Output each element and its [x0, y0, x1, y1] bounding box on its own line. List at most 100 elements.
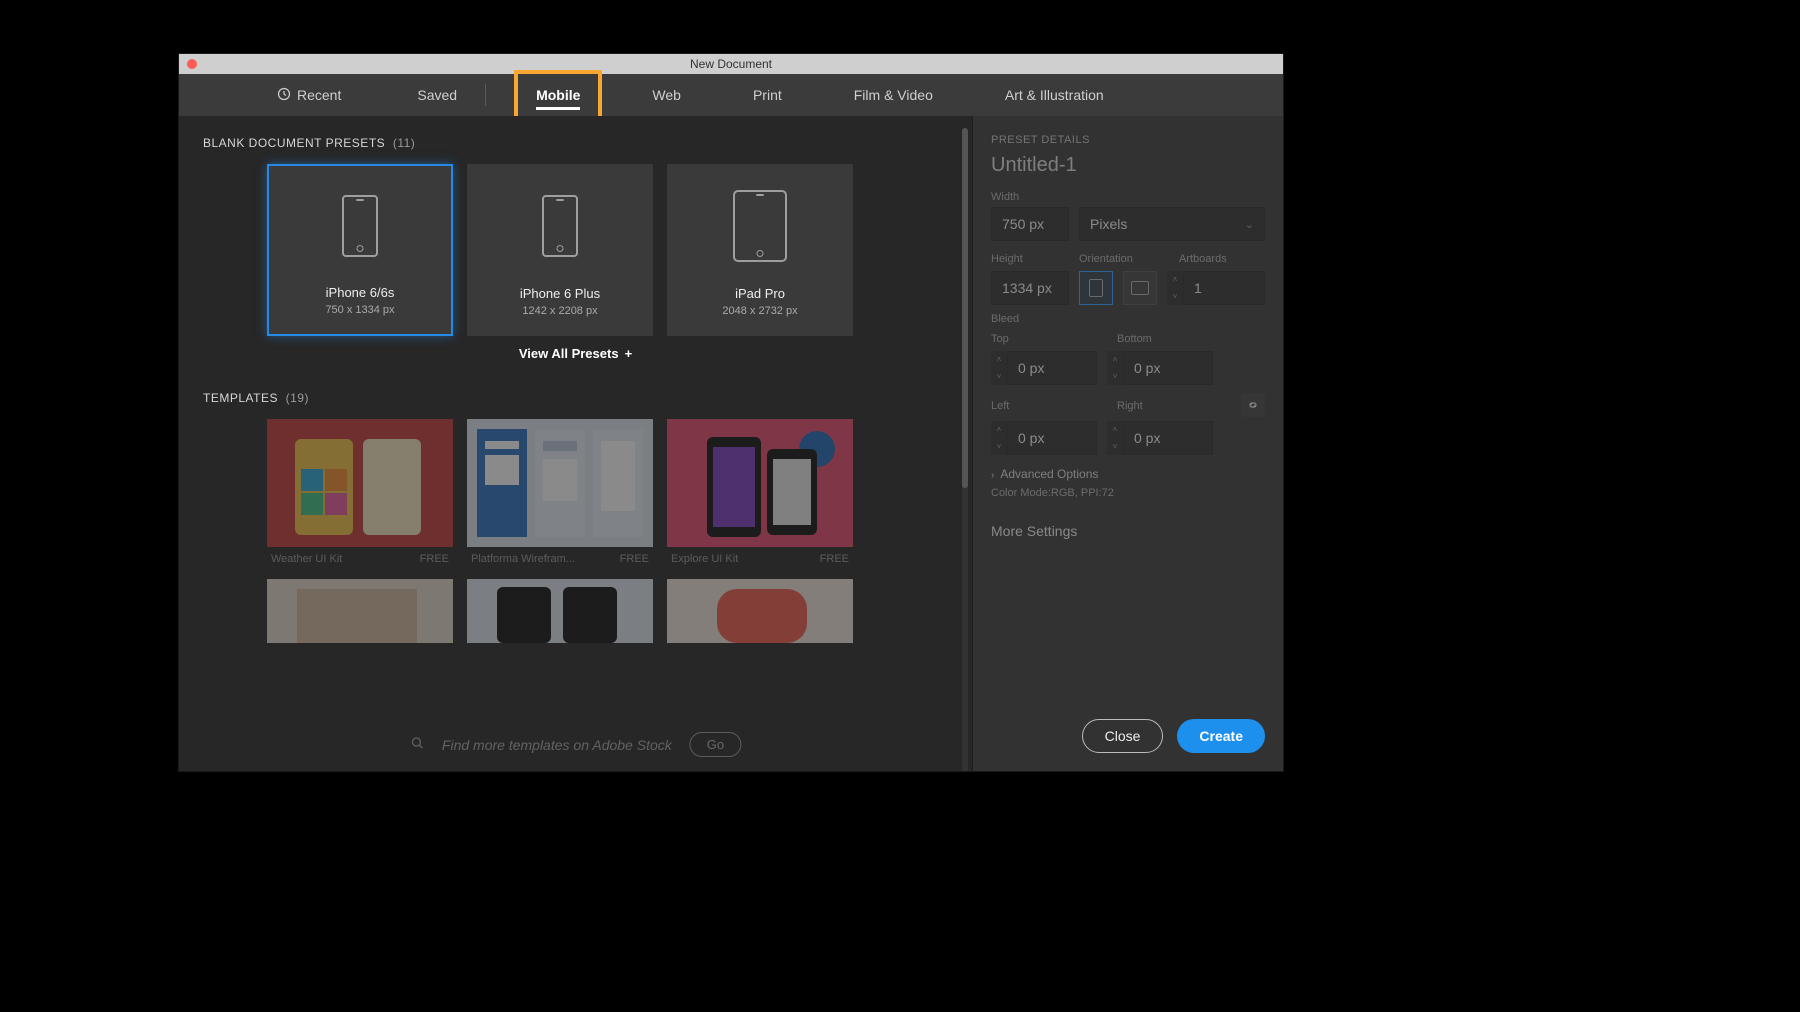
preset-size: 2048 x 2732 px — [722, 305, 797, 317]
height-input[interactable]: 1334 px — [991, 271, 1069, 305]
view-all-presets-button[interactable]: View All Presets + — [203, 346, 948, 361]
bleed-bottom-stepper[interactable]: ˄˅ — [1107, 351, 1123, 385]
bleed-bottom-input[interactable]: 0 px — [1123, 351, 1213, 385]
phone-icon — [342, 195, 378, 257]
bleed-top-stepper[interactable]: ˄˅ — [991, 351, 1007, 385]
template-card[interactable]: Platforma Wirefram... FREE — [467, 419, 653, 579]
chevron-down-icon: ˅ — [1167, 288, 1183, 305]
tab-saved-label: Saved — [417, 87, 457, 103]
main-presets-panel: BLANK DOCUMENT PRESETS (11) iPhone 6/6s … — [179, 116, 973, 771]
tab-print[interactable]: Print — [735, 74, 800, 116]
artboards-stepper[interactable]: ˄˅ — [1167, 271, 1183, 305]
template-thumb[interactable] — [667, 579, 853, 643]
plus-icon: + — [625, 346, 633, 361]
preset-card-iphone-6[interactable]: iPhone 6/6s 750 x 1334 px — [267, 164, 453, 336]
search-go-button[interactable]: Go — [690, 732, 741, 757]
templates-heading-count: (19) — [286, 391, 309, 405]
link-bleed-icon[interactable] — [1241, 393, 1265, 417]
recent-icon — [277, 87, 291, 104]
preset-name: iPad Pro — [735, 286, 785, 301]
tab-film-label: Film & Video — [854, 87, 933, 103]
template-name: Platforma Wirefram... — [471, 553, 575, 565]
create-button[interactable]: Create — [1177, 719, 1265, 753]
preset-card-ipad-pro[interactable]: iPad Pro 2048 x 2732 px — [667, 164, 853, 336]
left-label: Left — [991, 400, 1009, 412]
right-label: Right — [1117, 400, 1143, 412]
details-heading: PRESET DETAILS — [991, 134, 1265, 146]
bottom-label: Bottom — [1117, 333, 1152, 345]
landscape-icon — [1131, 281, 1149, 295]
template-thumb[interactable] — [267, 579, 453, 643]
search-placeholder: Find more templates on Adobe Stock — [442, 737, 672, 753]
tab-art-label: Art & Illustration — [1005, 87, 1104, 103]
template-card[interactable]: Explore UI Kit FREE — [667, 419, 853, 579]
template-thumb — [467, 419, 653, 547]
orientation-label: Orientation — [1079, 253, 1133, 265]
orientation-portrait-button[interactable] — [1079, 271, 1113, 305]
new-document-dialog: New Document Recent Saved Mobile Web Pri… — [179, 54, 1283, 771]
chevron-down-icon: ⌄ — [1245, 218, 1254, 231]
tab-art-illustration[interactable]: Art & Illustration — [987, 74, 1122, 116]
preset-name: iPhone 6 Plus — [520, 286, 600, 301]
template-thumb — [667, 419, 853, 547]
template-thumb[interactable] — [467, 579, 653, 643]
artboards-input[interactable]: 1 — [1183, 271, 1265, 305]
close-button[interactable]: Close — [1082, 719, 1164, 753]
view-all-label: View All Presets — [519, 346, 619, 361]
preset-size: 1242 x 2208 px — [522, 305, 597, 317]
window-title: New Document — [690, 57, 772, 71]
tab-mobile-label: Mobile — [536, 87, 580, 103]
chevron-right-icon: › — [991, 470, 994, 481]
template-name: Weather UI Kit — [271, 553, 342, 565]
tablet-icon — [733, 190, 787, 262]
search-icon — [410, 736, 424, 753]
tab-film-video[interactable]: Film & Video — [836, 74, 951, 116]
artboards-label: Artboards — [1179, 253, 1227, 265]
window-close-traffic-light[interactable] — [187, 59, 197, 69]
top-label: Top — [991, 333, 1009, 345]
scrollbar-thumb[interactable] — [962, 128, 968, 488]
tab-web-label: Web — [652, 87, 681, 103]
preset-name: iPhone 6/6s — [326, 285, 395, 300]
bleed-right-input[interactable]: 0 px — [1123, 421, 1213, 455]
chevron-up-icon: ˄ — [1167, 271, 1183, 288]
phone-icon — [542, 195, 578, 257]
preset-card-iphone-6-plus[interactable]: iPhone 6 Plus 1242 x 2208 px — [467, 164, 653, 336]
template-name: Explore UI Kit — [671, 553, 738, 565]
presets-heading-count: (11) — [393, 136, 415, 150]
template-price: FREE — [620, 553, 649, 565]
bleed-label: Bleed — [991, 313, 1265, 325]
tab-separator — [485, 84, 486, 106]
presets-heading-label: BLANK DOCUMENT PRESETS — [203, 136, 385, 150]
tab-mobile[interactable]: Mobile — [518, 74, 598, 116]
tab-recent[interactable]: Recent — [259, 74, 359, 116]
document-name-field[interactable]: Untitled-1 — [991, 154, 1265, 177]
units-select[interactable]: Pixels ⌄ — [1079, 207, 1265, 241]
template-price: FREE — [420, 553, 449, 565]
bleed-left-stepper[interactable]: ˄˅ — [991, 421, 1007, 455]
templates-heading: TEMPLATES (19) — [203, 391, 948, 405]
more-settings-button[interactable]: More Settings — [991, 523, 1265, 539]
template-card[interactable]: Weather UI Kit FREE — [267, 419, 453, 579]
titlebar: New Document — [179, 54, 1283, 74]
height-label: Height — [991, 253, 1023, 265]
bleed-top-input[interactable]: 0 px — [1007, 351, 1097, 385]
color-mode-summary: Color Mode:RGB, PPI:72 — [991, 487, 1265, 499]
blank-presets-heading: BLANK DOCUMENT PRESETS (11) — [203, 136, 948, 150]
width-input[interactable]: 750 px — [991, 207, 1069, 241]
template-thumb — [267, 419, 453, 547]
orientation-landscape-button[interactable] — [1123, 271, 1157, 305]
bleed-left-input[interactable]: 0 px — [1007, 421, 1097, 455]
preset-size: 750 x 1334 px — [325, 304, 394, 316]
tab-saved[interactable]: Saved — [399, 74, 475, 116]
tab-print-label: Print — [753, 87, 782, 103]
portrait-icon — [1089, 279, 1103, 297]
width-label: Width — [991, 191, 1265, 203]
tab-web[interactable]: Web — [634, 74, 699, 116]
templates-heading-label: TEMPLATES — [203, 391, 278, 405]
bleed-right-stepper[interactable]: ˄˅ — [1107, 421, 1123, 455]
template-search[interactable]: Find more templates on Adobe Stock Go — [410, 732, 741, 757]
advanced-options-toggle[interactable]: ›Advanced Options — [991, 467, 1265, 481]
preset-details-panel: PRESET DETAILS Untitled-1 Width 750 px P… — [973, 116, 1283, 771]
templates-grid: Weather UI Kit FREE Platforma Wirefram..… — [203, 419, 948, 643]
